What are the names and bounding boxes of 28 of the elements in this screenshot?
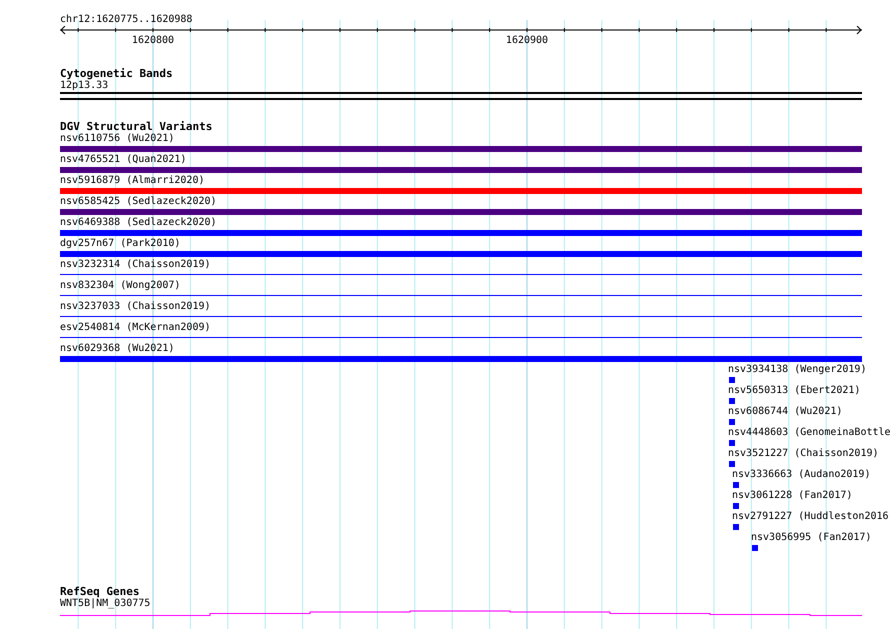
variant-label: nsv2791227 (Huddleston2016 [732,511,889,523]
variant-label: nsv832304 (Wong2007) [60,280,180,292]
ruler-tick-label: 1620900 [506,35,548,47]
variant-label: nsv6585425 (Sedlazeck2020) [60,196,217,208]
variant-label: nsv3934138 (Wenger2019) [728,364,866,376]
ruler-tick-label: 1620800 [132,35,174,47]
variant-label: nsv3061228 (Fan2017) [732,490,852,502]
variant-label: nsv6029368 (Wu2021) [60,343,174,355]
track-title: RefSeq Genes [60,586,140,598]
track-title: Cytogenetic Bands [60,68,173,80]
variant-label: nsv6086744 (Wu2021) [728,406,842,418]
variant-label: esv2540814 (McKernan2009) [60,322,211,334]
variant-label: nsv5650313 (Ebert2021) [728,385,860,397]
variant-label: nsv3237033 (Chaisson2019) [60,301,211,313]
variant-label: nsv4448603 (GenomeinaBottle [728,427,890,439]
band-label: 12p13.33 [60,80,108,92]
variant-label: nsv3232314 (Chaisson2019) [60,259,211,271]
variant-label: nsv3521227 (Chaisson2019) [728,448,879,460]
gene-label: WNT5B|NM_030775 [60,598,150,610]
variant-label: nsv5916879 (Almarri2020) [60,175,204,187]
variant-label: nsv6110756 (Wu2021) [60,133,174,145]
variant-label: dgv257n67 (Park2010) [60,238,180,250]
variant-label: nsv3056995 (Fan2017) [751,532,872,544]
variant-label: nsv4765521 (Quan2021) [60,154,186,166]
track-title: DGV Structural Variants [60,121,212,133]
variant-label: nsv3336663 (Audano2019) [732,469,870,481]
variant-label: nsv6469388 (Sedlazeck2020) [60,217,217,229]
region-label: chr12:1620775..1620988 [60,14,192,26]
